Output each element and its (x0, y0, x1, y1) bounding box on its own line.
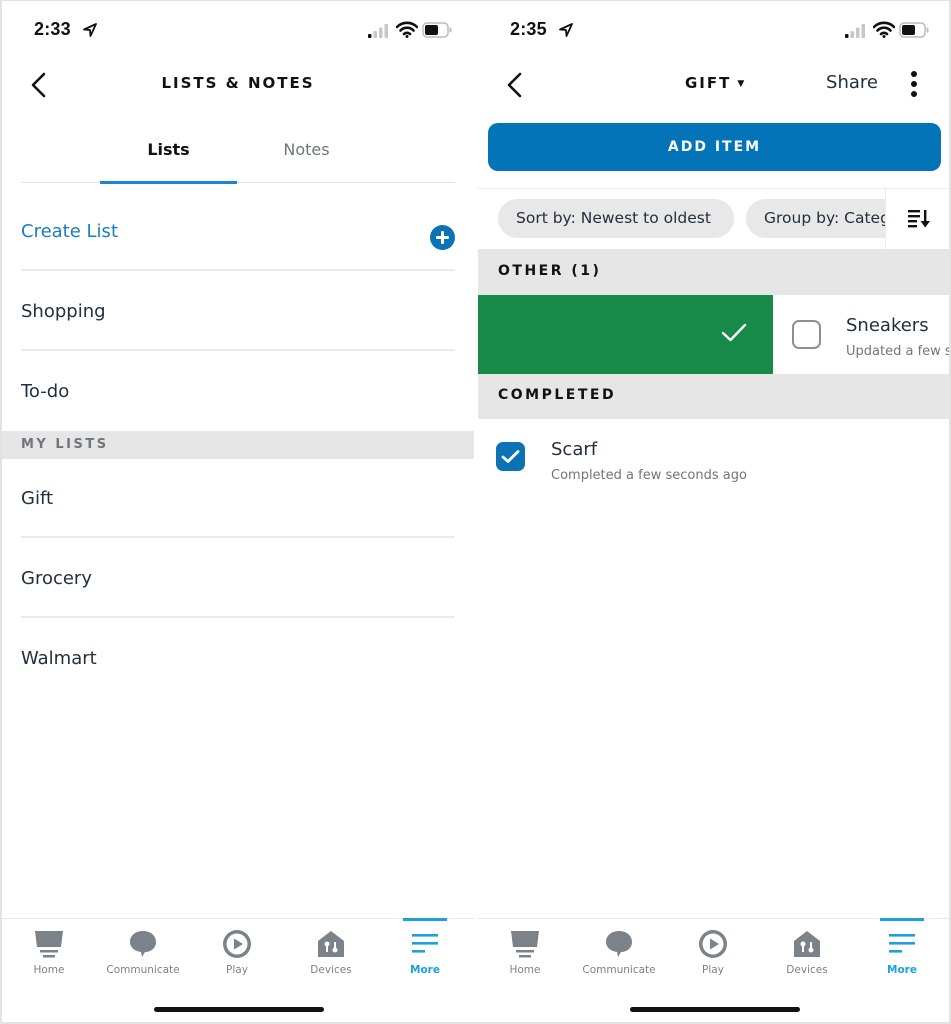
item-checkbox-checked[interactable] (496, 442, 525, 471)
sort-by-chip[interactable]: Sort by: Newest to oldest (498, 199, 734, 238)
nav-communicate[interactable]: Communicate (574, 919, 664, 981)
nav-home[interactable]: Home (4, 919, 94, 981)
list-title: GIFT (685, 74, 732, 92)
home-indicator[interactable] (154, 1007, 324, 1012)
cellular-signal-icon (368, 24, 388, 38)
wifi-icon (396, 21, 418, 38)
sort-order-button[interactable] (885, 189, 951, 249)
nav-label: Devices (310, 964, 352, 976)
battery-icon (899, 22, 929, 38)
list-item-label: Shopping (21, 301, 106, 322)
nav-label: Home (509, 964, 541, 976)
create-list-link[interactable]: Create List (21, 221, 118, 242)
list-item-label: Gift (21, 488, 54, 509)
item-subtitle: Completed a few seconds ago (551, 468, 747, 483)
play-icon (699, 930, 727, 958)
caret-down-icon: ▼ (737, 79, 745, 89)
list-item-label: Walmart (21, 648, 97, 669)
back-button[interactable] (504, 70, 528, 100)
list-item-label: To-do (21, 381, 70, 402)
battery-icon (422, 22, 452, 38)
nav-devices[interactable]: Devices (762, 919, 852, 981)
section-header-my-lists: MY LISTS (2, 431, 474, 459)
add-item-button[interactable]: ADD ITEM (488, 123, 941, 171)
tab-notes[interactable]: Notes (238, 140, 375, 159)
nav-label: More (410, 964, 440, 976)
tab-bar: Lists Notes (21, 130, 455, 184)
location-arrow-icon (559, 23, 573, 37)
create-list-row[interactable]: Create List (21, 191, 455, 271)
nav-home[interactable]: Home (480, 919, 570, 981)
list-title-dropdown[interactable]: GIFT ▼ (685, 74, 744, 92)
group-header-other: OTHER (1) (478, 249, 951, 295)
home-icon (511, 931, 539, 958)
active-tab-indicator (100, 181, 237, 184)
status-time: 2:33 (34, 19, 71, 39)
list-item-grocery[interactable]: Grocery (21, 538, 455, 618)
list-item-sneakers[interactable]: Sneakers Updated a few seconds ago (478, 295, 951, 374)
nav-label: More (887, 964, 917, 976)
nav-play[interactable]: Play (192, 919, 282, 981)
gift-list-screen: 2:35 GIFT ▼ Share ADD ITEM Sort by: Newes… (478, 0, 951, 1024)
nav-label: Communicate (582, 964, 656, 976)
sort-descending-icon (908, 210, 930, 228)
list-item-shopping[interactable]: Shopping (21, 271, 455, 351)
list-item-scarf[interactable]: Scarf Completed a few seconds ago (478, 419, 951, 499)
menu-icon (889, 934, 915, 953)
item-checkbox[interactable] (792, 320, 821, 349)
nav-more[interactable]: More (380, 918, 470, 981)
lists-and-notes-screen: 2:33 LISTS & NOTES Lists Notes Create Li… (2, 0, 474, 1024)
checkmark-icon (501, 450, 520, 463)
tab-lists[interactable]: Lists (100, 140, 237, 159)
section-header-label: MY LISTS (21, 437, 109, 452)
share-button[interactable]: Share (826, 72, 878, 93)
devices-icon (318, 931, 344, 957)
group-by-chip[interactable]: Group by: Category (746, 199, 906, 238)
plus-circle-icon[interactable] (430, 225, 455, 250)
more-options-icon[interactable] (910, 71, 918, 97)
nav-communicate[interactable]: Communicate (98, 919, 188, 981)
nav-play[interactable]: Play (668, 919, 758, 981)
group-header-label: COMPLETED (498, 387, 617, 403)
list-item-label: Grocery (21, 568, 92, 589)
play-icon (223, 930, 251, 958)
checkmark-icon (721, 323, 747, 342)
nav-label: Communicate (106, 964, 180, 976)
speech-bubble-icon (606, 931, 632, 957)
list-item-to-do[interactable]: To-do (21, 351, 455, 431)
swipe-complete-action[interactable] (478, 295, 773, 374)
nav-more[interactable]: More (857, 918, 947, 981)
item-name: Sneakers (846, 315, 929, 336)
page-title: LISTS & NOTES (161, 74, 315, 92)
status-time: 2:35 (510, 19, 547, 39)
home-icon (35, 931, 63, 958)
status-bar: 2:35 (478, 18, 951, 44)
nav-label: Play (226, 964, 248, 976)
nav-devices[interactable]: Devices (286, 919, 376, 981)
cellular-signal-icon (845, 24, 865, 38)
location-arrow-icon (83, 23, 97, 37)
divider (478, 188, 951, 189)
item-subtitle: Updated a few seconds ago (846, 344, 951, 359)
wifi-icon (873, 21, 895, 38)
list-item-walmart[interactable]: Walmart (21, 618, 455, 698)
home-indicator[interactable] (630, 1007, 800, 1012)
group-header-label: OTHER (1) (498, 263, 602, 279)
group-header-completed: COMPLETED (478, 374, 951, 419)
item-name: Scarf (551, 439, 598, 460)
status-bar: 2:33 (2, 18, 474, 44)
menu-icon (412, 934, 438, 953)
nav-label: Devices (786, 964, 828, 976)
list-item-gift[interactable]: Gift (21, 458, 455, 538)
speech-bubble-icon (130, 931, 156, 957)
nav-label: Play (702, 964, 724, 976)
nav-label: Home (33, 964, 65, 976)
devices-icon (794, 931, 820, 957)
